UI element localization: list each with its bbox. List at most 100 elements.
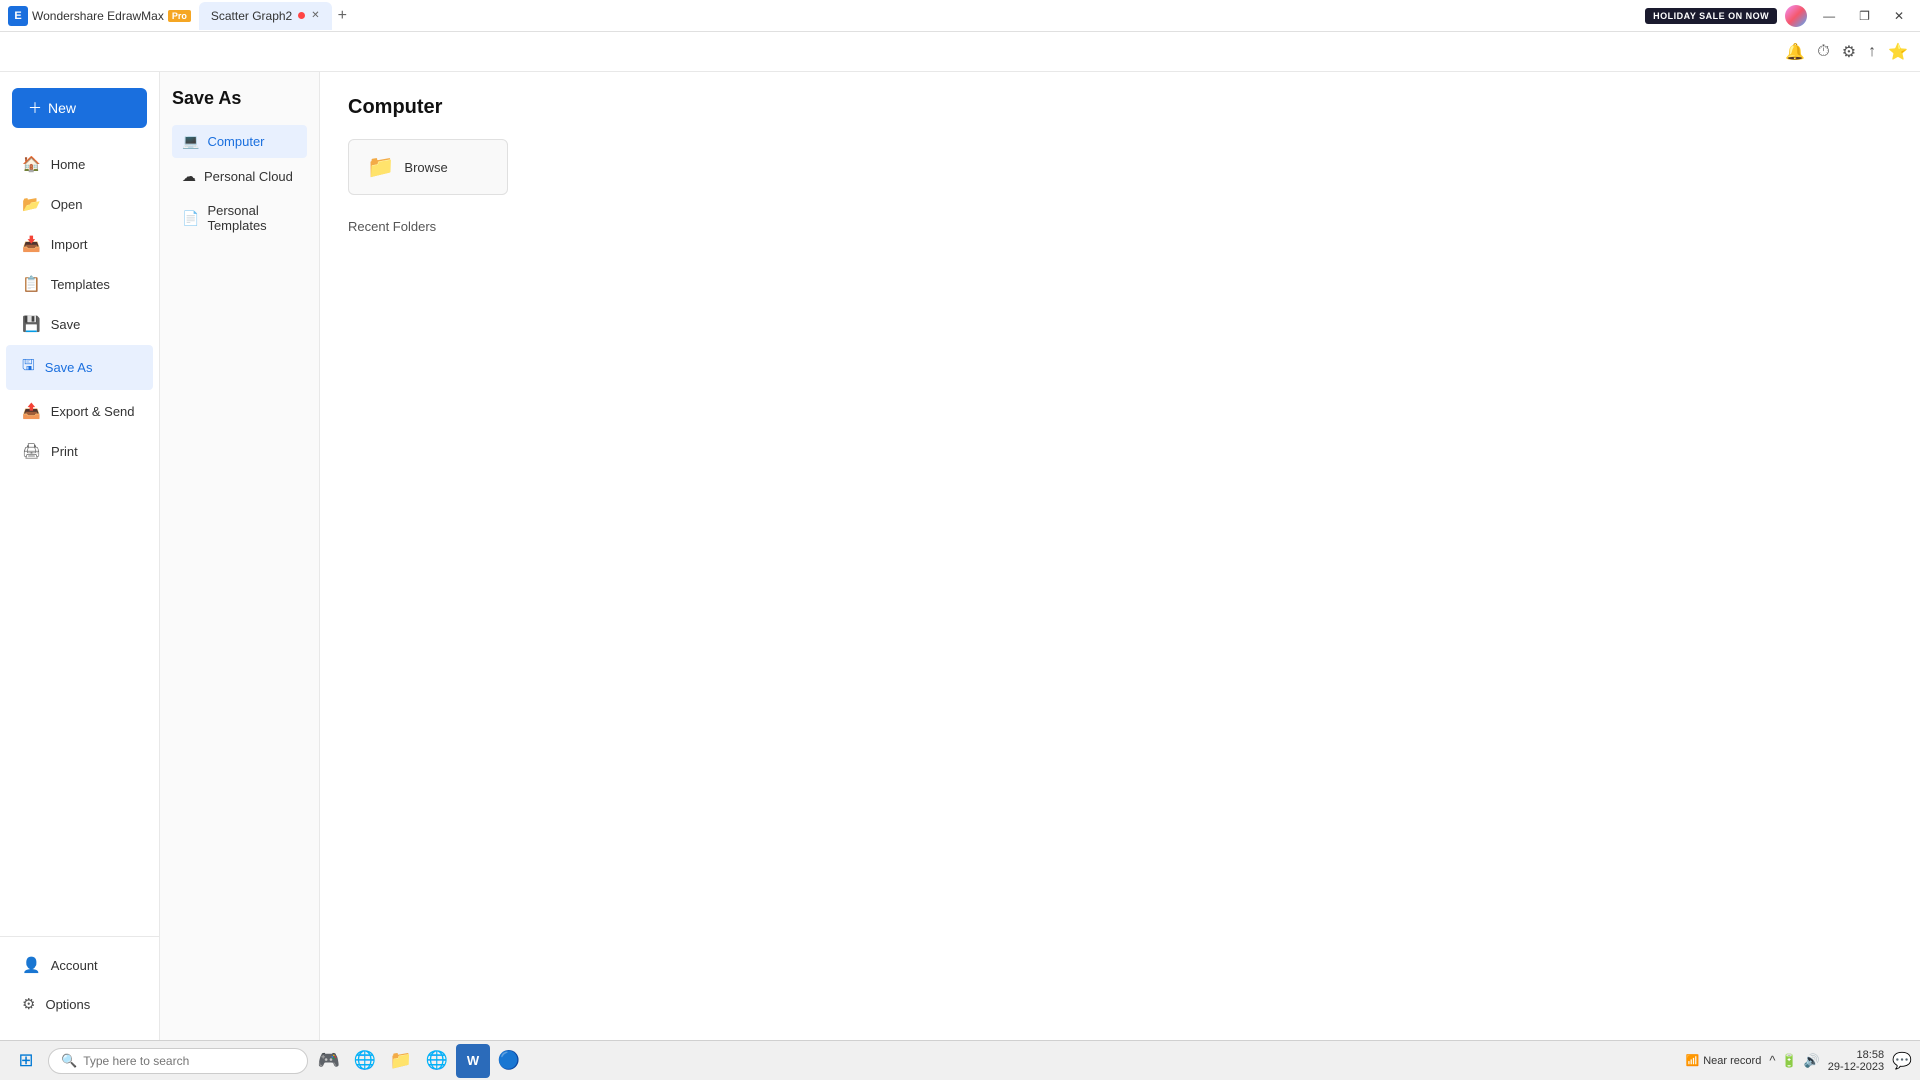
notification-icon[interactable]: 🔔 bbox=[1785, 42, 1805, 62]
sidebar-item-account-label: Account bbox=[51, 958, 98, 973]
browse-card[interactable]: 📁 Browse bbox=[348, 139, 508, 195]
toolbar: 🔔 ⏱ ⚙ ↑ ⭐ bbox=[0, 32, 1920, 72]
new-button[interactable]: ＋ New bbox=[12, 88, 147, 128]
sidebar-item-print-label: Print bbox=[51, 444, 78, 459]
time-display: 18:58 bbox=[1828, 1049, 1884, 1061]
sidebar-item-home[interactable]: 🏠 Home bbox=[6, 145, 153, 183]
status-icon: 📶 bbox=[1686, 1054, 1700, 1067]
sidebar-item-import-label: Import bbox=[51, 237, 88, 252]
app-logo-icon: E bbox=[8, 6, 28, 26]
sidebar-item-export[interactable]: 📤 Export & Send bbox=[6, 392, 153, 430]
restore-button[interactable]: ❐ bbox=[1851, 7, 1878, 25]
content-title: Computer bbox=[348, 96, 1892, 119]
taskbar-right: 📶 Near record ^ 🔋 🔊 18:58 29-12-2023 💬 bbox=[1686, 1049, 1912, 1073]
taskbar-app-icons: 🎮 🌐 📁 🌐 W 🔵 bbox=[312, 1044, 526, 1078]
tab-close-button[interactable]: ✕ bbox=[311, 10, 319, 21]
browse-label: Browse bbox=[404, 160, 447, 175]
save-icon: 💾 bbox=[22, 315, 41, 333]
save-as-option-personal-cloud-label: Personal Cloud bbox=[204, 169, 293, 184]
main-container: ＋ New 🏠 Home 📂 Open 📥 Import 📋 Templates… bbox=[0, 72, 1920, 1040]
sidebar-nav: 🏠 Home 📂 Open 📥 Import 📋 Templates 💾 Sav… bbox=[0, 144, 159, 936]
taskbar-app-widgets[interactable]: 🎮 bbox=[312, 1044, 346, 1078]
save-as-option-personal-templates-label: Personal Templates bbox=[207, 203, 297, 233]
app-name: Wondershare EdrawMax bbox=[32, 9, 164, 23]
computer-icon: 💻 bbox=[182, 133, 199, 150]
export-icon: 📤 bbox=[22, 402, 41, 420]
templates-icon: 📋 bbox=[22, 275, 41, 293]
sidebar-item-home-label: Home bbox=[51, 157, 86, 172]
star-icon[interactable]: ⭐ bbox=[1888, 42, 1908, 62]
save-as-icon: 🖫 bbox=[22, 355, 35, 380]
save-as-option-computer[interactable]: 💻 Computer bbox=[172, 125, 307, 158]
folder-icon: 📁 bbox=[367, 154, 394, 180]
print-icon: 🖨 bbox=[22, 442, 41, 460]
user-avatar[interactable] bbox=[1785, 5, 1807, 27]
expand-tray-icon[interactable]: ^ bbox=[1769, 1053, 1775, 1068]
tab-label: Scatter Graph2 bbox=[211, 9, 292, 23]
tab-modified-dot bbox=[298, 12, 305, 19]
start-button[interactable]: ⊞ bbox=[8, 1043, 44, 1079]
sidebar-item-import[interactable]: 📥 Import bbox=[6, 225, 153, 263]
sidebar-item-templates-label: Templates bbox=[51, 277, 110, 292]
save-as-option-computer-label: Computer bbox=[207, 134, 264, 149]
active-tab[interactable]: Scatter Graph2 ✕ bbox=[199, 2, 332, 30]
new-label: New bbox=[48, 100, 76, 116]
taskbar-app-browser[interactable]: 🌐 bbox=[348, 1044, 382, 1078]
cloud-icon: ☁ bbox=[182, 168, 196, 185]
home-icon: 🏠 bbox=[22, 155, 41, 173]
sidebar-bottom: 👤 Account ⚙ Options bbox=[0, 936, 159, 1032]
battery-icon: 🔋 bbox=[1781, 1053, 1797, 1069]
import-icon: 📥 bbox=[22, 235, 41, 253]
sidebar-item-open-label: Open bbox=[51, 197, 83, 212]
sidebar-item-save-as-label: Save As bbox=[45, 360, 93, 375]
search-input[interactable] bbox=[83, 1054, 283, 1068]
save-as-option-personal-cloud[interactable]: ☁ Personal Cloud bbox=[172, 160, 307, 193]
volume-icon[interactable]: 🔊 bbox=[1804, 1053, 1820, 1069]
sidebar-item-print[interactable]: 🖨 Print bbox=[6, 432, 153, 470]
personal-templates-icon: 📄 bbox=[182, 210, 199, 227]
sidebar-item-save-label: Save bbox=[51, 317, 81, 332]
close-button[interactable]: ✕ bbox=[1886, 7, 1912, 25]
settings-icon[interactable]: ⚙ bbox=[1842, 42, 1856, 62]
sidebar-item-save[interactable]: 💾 Save bbox=[6, 305, 153, 343]
tab-bar: Scatter Graph2 ✕ + bbox=[199, 2, 351, 30]
sidebar-item-save-as[interactable]: 🖫 Save As bbox=[6, 345, 153, 390]
options-icon: ⚙ bbox=[22, 995, 35, 1013]
taskbar-app-files[interactable]: 📁 bbox=[384, 1044, 418, 1078]
notifications-icon[interactable]: 💬 bbox=[1892, 1051, 1912, 1071]
sidebar-item-templates[interactable]: 📋 Templates bbox=[6, 265, 153, 303]
taskbar-sys-icons: ^ 🔋 🔊 bbox=[1769, 1053, 1819, 1069]
taskbar-app-word[interactable]: W bbox=[456, 1044, 490, 1078]
add-tab-button[interactable]: + bbox=[334, 7, 351, 25]
sidebar-item-options[interactable]: ⚙ Options bbox=[6, 985, 153, 1023]
taskbar-status: 📶 Near record bbox=[1686, 1054, 1762, 1067]
sidebar-item-account[interactable]: 👤 Account bbox=[6, 946, 153, 984]
taskbar: ⊞ 🔍 🎮 🌐 📁 🌐 W 🔵 📶 Near record ^ 🔋 🔊 18:5… bbox=[0, 1040, 1920, 1080]
sidebar-item-options-label: Options bbox=[45, 997, 90, 1012]
sidebar-item-open[interactable]: 📂 Open bbox=[6, 185, 153, 223]
open-icon: 📂 bbox=[22, 195, 41, 213]
date-display: 29-12-2023 bbox=[1828, 1061, 1884, 1073]
minimize-button[interactable]: — bbox=[1815, 7, 1843, 25]
sidebar: ＋ New 🏠 Home 📂 Open 📥 Import 📋 Templates… bbox=[0, 72, 160, 1040]
save-as-panel-title: Save As bbox=[172, 88, 307, 109]
taskbar-time: 18:58 29-12-2023 bbox=[1828, 1049, 1884, 1073]
recent-folders-title: Recent Folders bbox=[348, 219, 1892, 234]
title-bar: E Wondershare EdrawMax Pro Scatter Graph… bbox=[0, 0, 1920, 32]
app-logo: E Wondershare EdrawMax Pro bbox=[8, 6, 191, 26]
taskbar-app-blue[interactable]: 🔵 bbox=[492, 1044, 526, 1078]
title-bar-left: E Wondershare EdrawMax Pro Scatter Graph… bbox=[8, 2, 1645, 30]
search-icon: 🔍 bbox=[61, 1053, 77, 1069]
taskbar-app-edge[interactable]: 🌐 bbox=[420, 1044, 454, 1078]
new-icon: ＋ bbox=[28, 98, 42, 118]
holiday-badge[interactable]: HOLIDAY SALE ON NOW bbox=[1645, 8, 1777, 24]
upload-icon[interactable]: ↑ bbox=[1868, 43, 1876, 61]
status-label: Near record bbox=[1703, 1055, 1761, 1067]
save-as-option-personal-templates[interactable]: 📄 Personal Templates bbox=[172, 195, 307, 241]
taskbar-search-box[interactable]: 🔍 bbox=[48, 1048, 308, 1074]
pro-badge: Pro bbox=[168, 10, 191, 22]
content-area: Computer 📁 Browse Recent Folders bbox=[320, 72, 1920, 1040]
account-icon: 👤 bbox=[22, 956, 41, 974]
save-as-panel: Save As 💻 Computer ☁ Personal Cloud 📄 Pe… bbox=[160, 72, 320, 1040]
timer-icon[interactable]: ⏱ bbox=[1817, 43, 1829, 61]
